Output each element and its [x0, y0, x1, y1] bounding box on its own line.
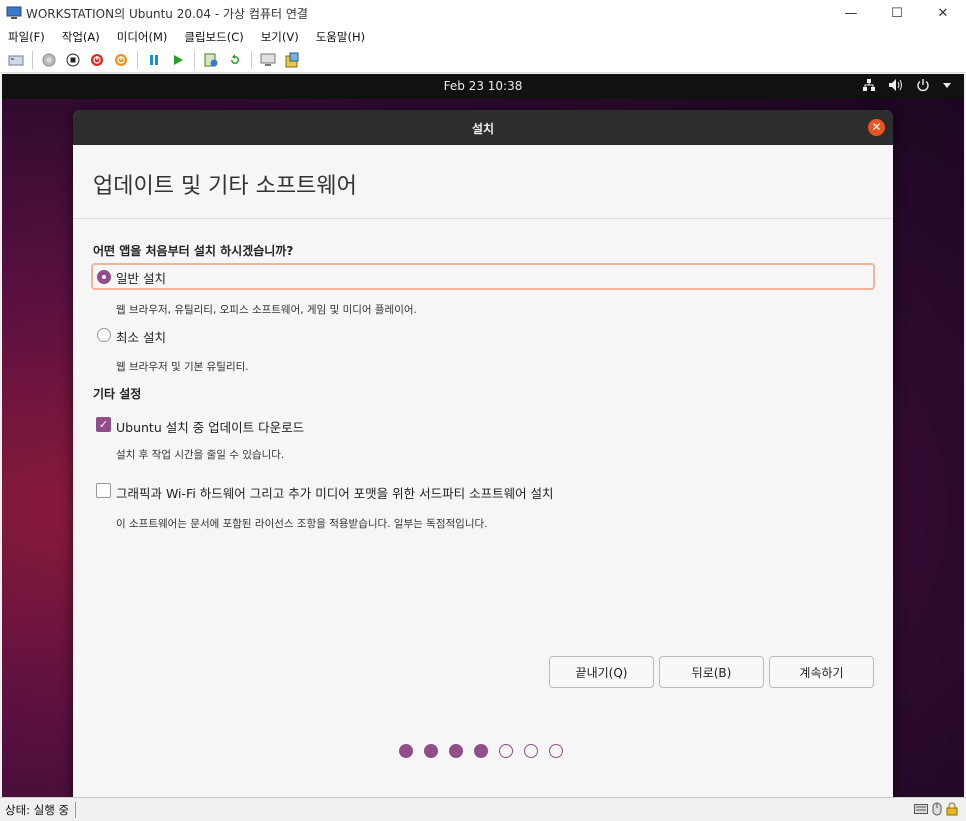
checkpoint-icon[interactable] [203, 52, 219, 68]
other-options-heading: 기타 설정 [93, 387, 142, 401]
normal-install-focus[interactable] [91, 263, 875, 290]
maximize-button[interactable]: ☐ [874, 0, 920, 26]
vm-connection-icon [6, 6, 22, 19]
menu-clipboard[interactable]: 클립보드(C) [184, 29, 243, 45]
progress-dot [474, 744, 488, 758]
keyboard-icon [914, 804, 928, 814]
chevron-down-icon[interactable] [942, 80, 952, 90]
mouse-icon [932, 802, 942, 816]
download-updates-label[interactable]: Ubuntu 설치 중 업데이트 다운로드 [116, 417, 304, 436]
toolbar-separator [32, 51, 33, 69]
power-icon[interactable] [916, 78, 930, 92]
ctrl-alt-del-icon[interactable] [8, 52, 24, 68]
minimize-button[interactable]: — [828, 0, 874, 26]
progress-dot [399, 744, 413, 758]
minimal-install-desc: 웹 브라우저 및 기본 유틸리티. [116, 361, 249, 373]
continue-button[interactable]: 계속하기 [769, 656, 874, 688]
download-updates-checkbox[interactable]: ✓ [96, 417, 111, 432]
pause-icon[interactable] [146, 52, 162, 68]
header-divider [73, 218, 893, 219]
normal-install-label[interactable]: 일반 설치 [116, 268, 166, 287]
quit-button[interactable]: 끝내기(Q) [549, 656, 654, 688]
window-titlebar: WORKSTATION의 Ubuntu 20.04 - 가상 컴퓨터 연결 — … [0, 0, 966, 26]
menu-media[interactable]: 미디어(M) [117, 29, 168, 45]
third-party-label[interactable]: 그래픽과 Wi-Fi 하드웨어 그리고 추가 미디어 포맷을 위한 서드파티 소… [116, 483, 554, 502]
status-bar: 상태: 실행 중 [0, 797, 966, 821]
toolbar-separator [251, 51, 252, 69]
revert-icon[interactable] [227, 52, 243, 68]
progress-dot [449, 744, 463, 758]
menu-action[interactable]: 작업(A) [62, 29, 100, 45]
save-icon[interactable] [113, 52, 129, 68]
volume-icon[interactable] [888, 78, 904, 92]
third-party-checkbox[interactable] [96, 483, 111, 498]
normal-install-radio[interactable] [97, 270, 111, 284]
status-text: 상태: 실행 중 [5, 801, 77, 818]
progress-dot [424, 744, 438, 758]
turn-off-icon[interactable] [65, 52, 81, 68]
window-title: WORKSTATION의 Ubuntu 20.04 - 가상 컴퓨터 연결 [26, 6, 308, 21]
third-party-desc: 이 소프트웨어는 문서에 포함된 라이선스 조항을 적용받습니다. 일부는 독점… [116, 518, 488, 530]
minimal-install-radio[interactable] [97, 328, 111, 342]
installer-dialog: 설치 ✕ 업데이트 및 기타 소프트웨어 어떤 앱을 처음부터 설치 하시겠습니… [73, 110, 893, 797]
vm-screen[interactable]: Feb 23 10:38 설치 ✕ 업데이트 및 기타 소프트웨어 어떤 앱을 … [2, 74, 964, 797]
menubar: 파일(F) 작업(A) 미디어(M) 클립보드(C) 보기(V) 도움말(H) [0, 26, 966, 48]
dialog-header: 설치 ✕ [73, 110, 893, 145]
shut-down-icon[interactable] [89, 52, 105, 68]
dialog-close-icon[interactable]: ✕ [868, 119, 885, 136]
toolbar-separator [137, 51, 138, 69]
minimal-install-label[interactable]: 최소 설치 [116, 327, 166, 346]
menu-file[interactable]: 파일(F) [8, 29, 45, 45]
start-icon[interactable] [41, 52, 57, 68]
progress-dots [399, 744, 563, 758]
resume-icon[interactable] [170, 52, 186, 68]
page-title: 업데이트 및 기타 소프트웨어 [93, 174, 357, 199]
back-button[interactable]: 뒤로(B) [659, 656, 764, 688]
dialog-title: 설치 [471, 122, 495, 136]
progress-dot [549, 744, 563, 758]
progress-dot [524, 744, 538, 758]
download-updates-desc: 설치 후 작업 시간을 줄일 수 있습니다. [116, 449, 285, 461]
menu-help[interactable]: 도움말(H) [316, 29, 365, 45]
toolbar [0, 48, 966, 73]
share-icon[interactable] [284, 52, 300, 68]
lock-icon [946, 802, 958, 816]
menu-view[interactable]: 보기(V) [261, 29, 299, 45]
enhanced-session-icon[interactable] [260, 52, 276, 68]
toolbar-separator [194, 51, 195, 69]
install-type-question: 어떤 앱을 처음부터 설치 하시겠습니까? [93, 244, 294, 258]
close-button[interactable]: ✕ [920, 0, 966, 26]
network-icon[interactable] [862, 78, 876, 92]
clock[interactable]: Feb 23 10:38 [2, 79, 964, 93]
normal-install-desc: 웹 브라우저, 유틸리티, 오피스 소프트웨어, 게임 및 미디어 플레이어. [116, 304, 417, 316]
progress-dot [499, 744, 513, 758]
gnome-top-bar: Feb 23 10:38 [2, 74, 964, 99]
